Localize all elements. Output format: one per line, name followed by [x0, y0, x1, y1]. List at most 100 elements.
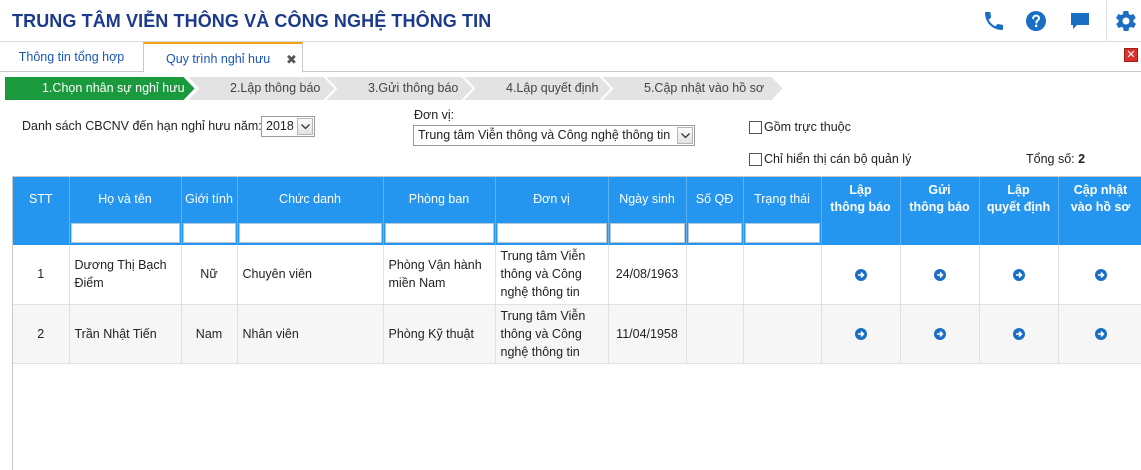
cell-status — [743, 245, 822, 305]
app-title: TRUNG TÂM VIỄN THÔNG VÀ CÔNG NGHỆ THÔNG … — [12, 11, 492, 31]
filter-cell-empty — [900, 221, 980, 245]
cell-unit-line2: thông và Công — [500, 267, 582, 282]
filter-gender-input[interactable] — [182, 223, 236, 243]
step-3-label[interactable]: 3.Gửi thông báo — [368, 76, 458, 101]
cell-update-record — [1058, 304, 1141, 364]
phone-icon[interactable] — [982, 9, 1006, 33]
col-update-record-line1: Cập nhật — [1073, 183, 1128, 197]
col-send-notice-line1: Gửi — [928, 183, 951, 197]
arrow-right-circle-icon[interactable] — [1094, 328, 1107, 341]
cell-name-line1: Trần Nhật Tiến — [74, 326, 157, 341]
cell-send-notice — [900, 304, 980, 364]
col-update-record: Cập nhật vào hồ sơ — [1058, 177, 1141, 221]
cell-create-decision — [979, 245, 1059, 305]
col-send-notice-line2: thông báo — [909, 200, 970, 214]
chat-icon[interactable] — [1068, 9, 1092, 33]
table-header-row: STT Họ và tên Giới tính Chức danh Phòng … — [13, 177, 1141, 221]
cell-unit-line1: Trung tâm Viễn — [500, 308, 586, 323]
col-create-decision-line2: quyết định — [986, 200, 1051, 214]
col-unit[interactable]: Đơn vị — [495, 177, 609, 221]
cell-dob: 24/08/1963 — [608, 245, 687, 305]
managers-only-checkbox[interactable] — [749, 153, 762, 166]
cell-dept: Phòng Kỹ thuật — [383, 304, 496, 364]
gear-icon[interactable] — [1114, 9, 1138, 33]
step-4-label[interactable]: 4.Lập quyết định — [506, 76, 598, 101]
chevron-down-icon — [297, 118, 313, 135]
unit-select-value: Trung tâm Viễn thông và Công nghệ thông … — [418, 128, 671, 142]
year-select[interactable]: 2018 — [261, 116, 315, 137]
help-icon[interactable] — [1024, 9, 1048, 33]
cell-send-notice — [900, 245, 980, 305]
tab-retirement-process[interactable]: Quy trình nghỉ hưu — [143, 42, 303, 73]
table-filter-row — [13, 221, 1141, 245]
step-2-label[interactable]: 2.Lập thông báo — [230, 76, 320, 101]
col-gender[interactable]: Giới tính — [181, 177, 238, 221]
year-label: Danh sách CBCNV đến hạn nghỉ hưu năm: — [22, 119, 262, 133]
cell-dept-line1: Phòng Kỹ thuật — [388, 326, 474, 341]
arrow-right-circle-icon[interactable] — [1012, 328, 1025, 341]
col-title[interactable]: Chức danh — [237, 177, 384, 221]
col-stt[interactable]: STT — [13, 177, 70, 221]
arrow-right-circle-icon[interactable] — [1094, 268, 1107, 281]
cell-title: Nhân viên — [237, 304, 384, 364]
filter-decision-input[interactable] — [687, 223, 742, 243]
col-dob[interactable]: Ngày sinh — [608, 177, 687, 221]
tab-close-icon[interactable]: ✖ — [286, 52, 297, 68]
cell-gender: Nam — [181, 304, 238, 364]
employee-grid: STT Họ và tên Giới tính Chức danh Phòng … — [12, 176, 1141, 470]
total-count-value: 2 — [1078, 152, 1086, 166]
cell-unit-line1: Trung tâm Viễn — [500, 249, 586, 264]
cell-create-notice — [821, 304, 901, 364]
cell-title: Chuyên viên — [237, 245, 384, 305]
chevron-down-icon — [677, 127, 693, 144]
col-create-notice-line1: Lập — [849, 183, 872, 197]
cell-dept-line1: Phòng Vận hành — [388, 258, 482, 273]
cell-unit-line3: nghệ thông tin — [500, 344, 580, 359]
cell-gender: Nữ — [181, 245, 238, 305]
arrow-right-circle-icon[interactable] — [933, 268, 946, 281]
col-name[interactable]: Họ và tên — [69, 177, 182, 221]
col-send-notice: Gửi thông báo — [900, 177, 980, 221]
cell-decision-no — [686, 245, 744, 305]
cell-stt: 2 — [13, 304, 70, 364]
col-status[interactable]: Trạng thái — [743, 177, 822, 221]
year-select-value: 2018 — [266, 119, 294, 133]
unit-select[interactable]: Trung tâm Viễn thông và Công nghệ thông … — [413, 125, 695, 146]
filter-cell-stt — [13, 221, 70, 245]
arrow-right-circle-icon[interactable] — [854, 328, 867, 341]
filter-name-input[interactable] — [70, 223, 180, 243]
table-row[interactable]: 1 Dương Thị Bạch Điểm Nữ Chuyên viên Phòn… — [13, 245, 1141, 305]
col-dept[interactable]: Phòng ban — [383, 177, 496, 221]
cell-dept: Phòng Vận hành miền Nam — [383, 245, 496, 305]
unit-label: Đơn vị: — [414, 108, 455, 122]
filter-cell-empty — [821, 221, 901, 245]
cell-stt: 1 — [13, 245, 70, 305]
filter-dept-input[interactable] — [384, 223, 494, 243]
cell-unit: Trung tâm Viễn thông và Công nghệ thông ti… — [495, 304, 609, 364]
arrow-right-circle-icon[interactable] — [933, 328, 946, 341]
col-create-notice-line2: thông báo — [830, 200, 891, 214]
filter-title-input[interactable] — [238, 223, 382, 243]
col-create-decision: Lập quyết định — [979, 177, 1059, 221]
cell-unit-line2: thông và Công — [500, 326, 582, 341]
tab-general-info[interactable]: Thông tin tổng hợp — [0, 42, 143, 73]
cell-dept-line2: miền Nam — [388, 276, 446, 291]
cell-unit: Trung tâm Viễn thông và Công nghệ thông ti… — [495, 245, 609, 305]
col-create-decision-line1: Lập — [1007, 183, 1030, 197]
arrow-right-circle-icon[interactable] — [854, 268, 867, 281]
include-subunits-checkbox[interactable] — [749, 121, 762, 134]
filter-unit-input[interactable] — [496, 223, 607, 243]
managers-only-label: Chỉ hiển thị cán bộ quản lý — [764, 152, 912, 166]
table-row[interactable]: 2 Trần Nhật Tiến Nam Nhân viên Phòng Kỹ … — [13, 304, 1141, 364]
filter-cell-empty — [979, 221, 1059, 245]
cell-status — [743, 304, 822, 364]
step-1-label[interactable]: 1.Chọn nhân sự nghỉ hưu — [42, 76, 185, 101]
col-decision-no[interactable]: Số QĐ — [686, 177, 744, 221]
include-subunits-label: Gồm trực thuộc — [764, 120, 851, 134]
filter-status-input[interactable] — [744, 223, 820, 243]
filter-dob-input[interactable] — [609, 223, 685, 243]
header-divider — [1106, 0, 1107, 42]
step-5-label[interactable]: 5.Cập nhật vào hồ sơ — [644, 76, 764, 101]
arrow-right-circle-icon[interactable] — [1012, 268, 1025, 281]
window-close-icon[interactable]: ✕ — [1124, 48, 1138, 62]
